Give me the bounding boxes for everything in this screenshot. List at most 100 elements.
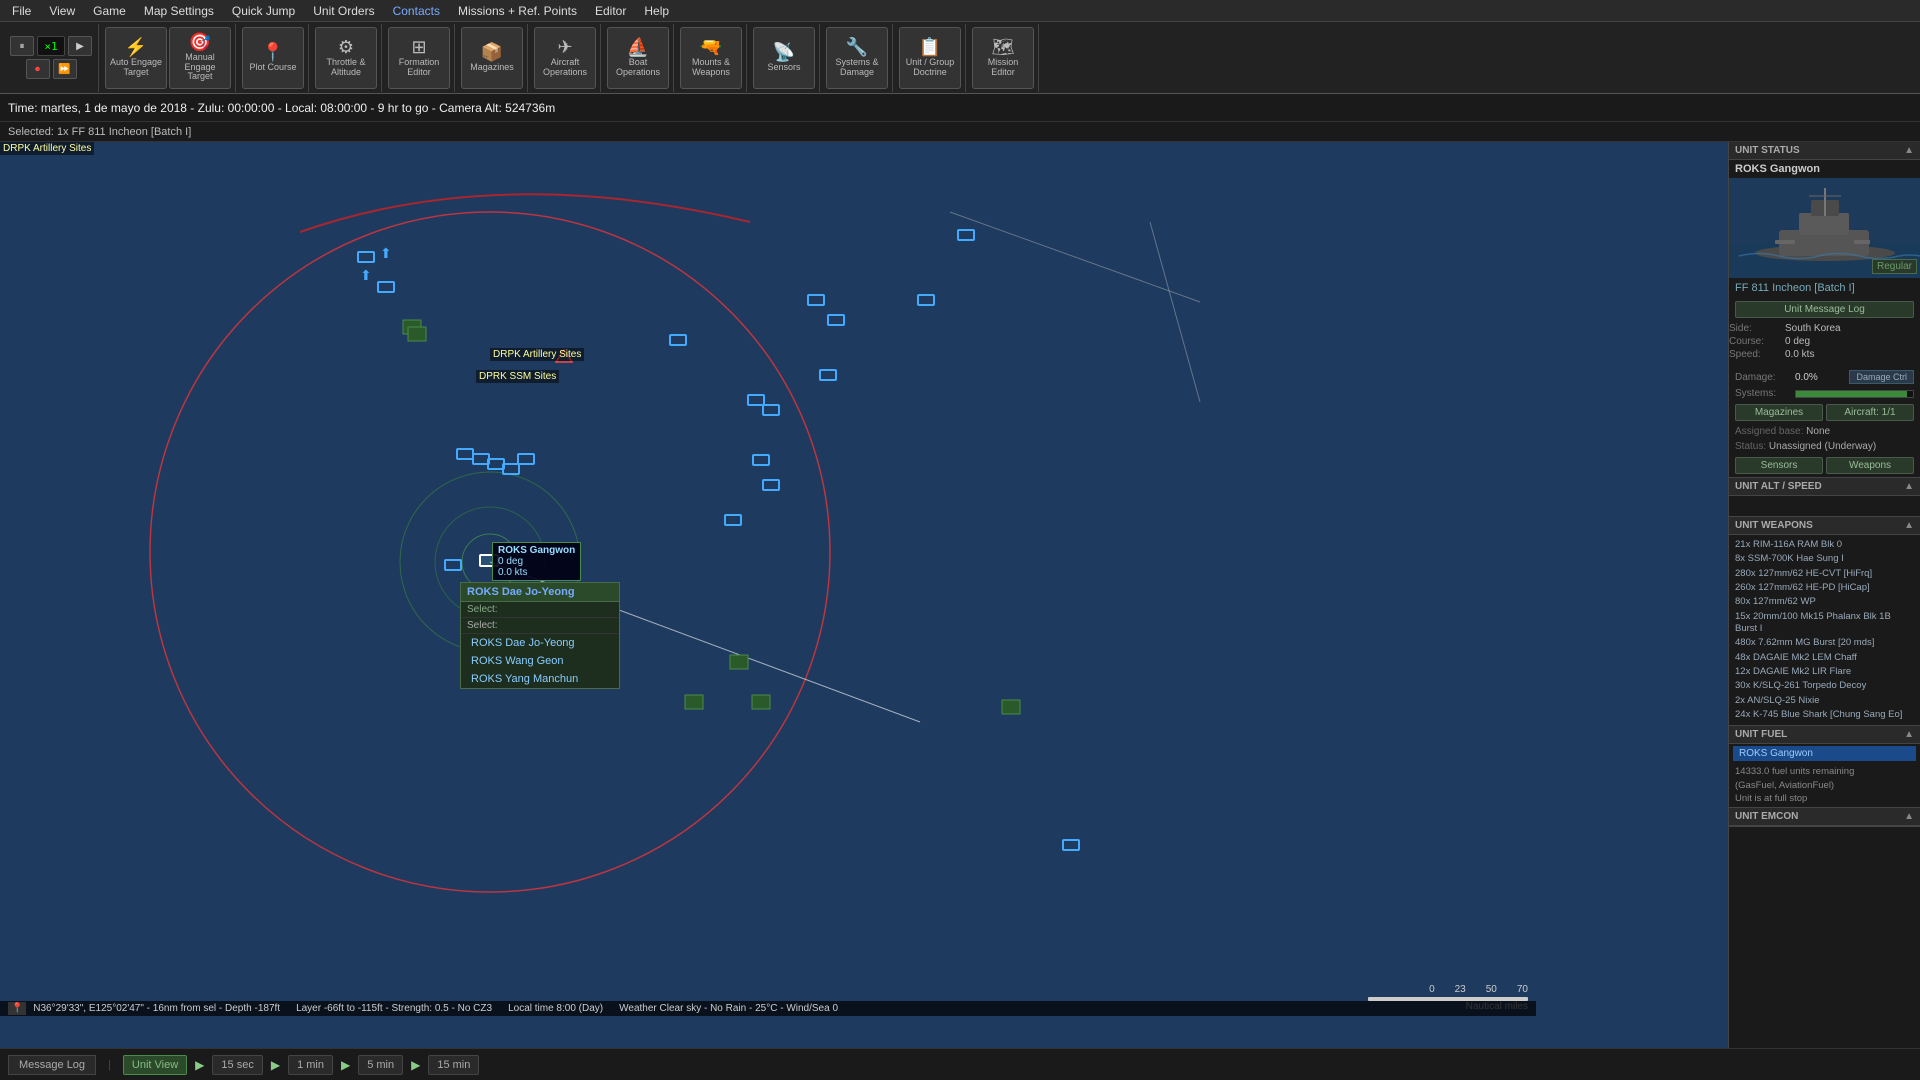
menu-contacts[interactable]: Contacts: [385, 2, 448, 20]
auto-engage-label: Auto Engage Target: [108, 58, 164, 78]
unit-fuel-collapse[interactable]: ▲: [1904, 729, 1914, 740]
unit-status-header: UNIT STATUS ▲: [1729, 142, 1920, 160]
doctrine-button[interactable]: 📋 Unit / Group Doctrine: [899, 27, 961, 89]
ctx-item-0[interactable]: ROKS Dae Jo-Yeong: [461, 634, 619, 652]
weapons-panel-btn[interactable]: Weapons: [1826, 457, 1914, 474]
unit-view-button[interactable]: Unit View: [123, 1055, 187, 1075]
auto-engage-button[interactable]: ⚡ Auto Engage Target: [105, 27, 167, 89]
unit-tooltip: ROKS Gangwon 0 deg 0.0 kts: [492, 542, 581, 581]
formation-button[interactable]: ⊞ Formation Editor: [388, 27, 450, 89]
aircraft-panel-btn[interactable]: Aircraft: 1/1: [1826, 404, 1914, 421]
message-log-button[interactable]: Message Log: [8, 1055, 96, 1075]
assigned-label: Assigned base:: [1735, 426, 1803, 437]
context-menu-sub: Select:: [461, 602, 619, 618]
magazines-button[interactable]: 📦 Magazines: [461, 27, 523, 89]
course-row: Course: 0 deg: [1729, 336, 1920, 347]
side-label: Side:: [1729, 323, 1785, 334]
mounts-button[interactable]: 🔫 Mounts & Weapons: [680, 27, 742, 89]
unit-fuel-title: UNIT FUEL: [1735, 729, 1787, 740]
menu-map-settings[interactable]: Map Settings: [136, 2, 222, 20]
scale-23: 23: [1455, 984, 1466, 995]
mounts-group: 🔫 Mounts & Weapons: [676, 24, 747, 92]
ff-link[interactable]: FF 811 Incheon [Batch I]: [1735, 282, 1914, 294]
unit-status-title: UNIT STATUS: [1735, 145, 1800, 156]
speed-value: 0.0 kts: [1785, 349, 1920, 360]
menu-view[interactable]: View: [41, 2, 83, 20]
unit-weapons-header: UNIT WEAPONS ▲: [1729, 517, 1920, 535]
plot-course-label: Plot Course: [249, 63, 296, 73]
status-row: Status: Unassigned (Underway): [1729, 439, 1920, 454]
record-button[interactable]: ⏺: [26, 59, 50, 79]
damage-value: 0.0%: [1795, 372, 1818, 383]
aircraft-button[interactable]: ✈ Aircraft Operations: [534, 27, 596, 89]
weapon-6: 480x 7.62mm MG Burst [20 mds]: [1735, 636, 1914, 650]
weapon-11: 24x K-745 Blue Shark [Chung Sang Eo]: [1735, 708, 1914, 722]
map-area[interactable]: ⬆ ⬆ DRPK Artillery Sites DRPK Artillery …: [0, 142, 1728, 1048]
aircraft-label: Aircraft Operations: [537, 58, 593, 78]
unit-alt-speed-collapse[interactable]: ▲: [1904, 481, 1914, 492]
play-icon-1min[interactable]: ▶: [271, 1058, 280, 1072]
fuel-unit-name: ROKS Gangwon: [1733, 746, 1916, 761]
menu-file[interactable]: File: [4, 2, 39, 20]
unit-emcon-collapse[interactable]: ▲: [1904, 811, 1914, 822]
sensors-weapons-row: Sensors Weapons: [1729, 454, 1920, 477]
menu-game[interactable]: Game: [85, 2, 134, 20]
ctx-item-1[interactable]: ROKS Wang Geon: [461, 652, 619, 670]
systems-bar: [1795, 390, 1914, 398]
time-step-0[interactable]: 15 sec: [212, 1055, 262, 1075]
play-button[interactable]: ▶: [68, 36, 92, 56]
systems-button[interactable]: 🔧 Systems & Damage: [826, 27, 888, 89]
weather-text: Weather Clear sky - No Rain - 25°C - Win…: [619, 1003, 838, 1014]
unit-weapons-collapse[interactable]: ▲: [1904, 520, 1914, 531]
boat-button[interactable]: ⛵ Boat Operations: [607, 27, 669, 89]
time-step-3[interactable]: 15 min: [428, 1055, 479, 1075]
weapon-10: 2x AN/SLQ-25 Nixie: [1735, 694, 1914, 708]
magazines-group: 📦 Magazines: [457, 24, 528, 92]
time-step-2[interactable]: 5 min: [358, 1055, 403, 1075]
scale-70: 70: [1517, 984, 1528, 995]
pause-button[interactable]: ⏸: [10, 36, 34, 56]
sensors-icon: 📡: [773, 43, 795, 61]
systems-row: Systems:: [1729, 386, 1920, 401]
layer-text: Layer -66ft to -115ft - Strength: 0.5 - …: [296, 1003, 492, 1014]
menu-quick-jump[interactable]: Quick Jump: [224, 2, 303, 20]
plot-course-icon: 📍: [262, 43, 284, 61]
unit-alt-speed-title: UNIT ALT / SPEED: [1735, 481, 1822, 492]
mission-button[interactable]: 🗺 Mission Editor: [972, 27, 1034, 89]
play-icon-5min[interactable]: ▶: [341, 1058, 350, 1072]
side-row: Side: South Korea: [1729, 323, 1920, 334]
unit-name-display: ROKS Gangwon: [1729, 160, 1920, 178]
play-icon-15min[interactable]: ▶: [411, 1058, 420, 1072]
sensors-button[interactable]: 📡 Sensors: [753, 27, 815, 89]
fuel-remaining: 14333.0 fuel units remaining: [1735, 765, 1914, 778]
manual-engage-icon: 🎯: [189, 33, 211, 51]
throttle-label: Throttle & Altitude: [318, 58, 374, 78]
selected-label: Selected:: [8, 126, 54, 138]
drpk-artillery-label: DRPK Artillery Sites: [0, 142, 94, 155]
fuel-type: (GasFuel, AviationFuel): [1735, 779, 1914, 792]
menu-missions[interactable]: Missions + Ref. Points: [450, 2, 585, 20]
ctx-item-2[interactable]: ROKS Yang Manchun: [461, 670, 619, 688]
damage-ctrl-button[interactable]: Damage Ctrl: [1849, 370, 1914, 384]
unit-status-collapse[interactable]: ▲: [1904, 145, 1914, 156]
mounts-icon: 🔫: [700, 38, 722, 56]
scale-0: 0: [1429, 984, 1435, 995]
magazines-panel-btn[interactable]: Magazines: [1735, 404, 1823, 421]
weapon-9: 30x K/SLQ-261 Torpedo Decoy: [1735, 679, 1914, 693]
time-step-1[interactable]: 1 min: [288, 1055, 333, 1075]
magazines-label: Magazines: [470, 63, 514, 73]
throttle-button[interactable]: ⚙ Throttle & Altitude: [315, 27, 377, 89]
weapon-5: 15x 20mm/100 Mk15 Phalanx Blk 1B Burst I: [1735, 610, 1914, 637]
unit-message-log-btn[interactable]: Unit Message Log: [1735, 301, 1914, 318]
manual-engage-button[interactable]: 🎯 Manual Engage Target: [169, 27, 231, 89]
menu-editor[interactable]: Editor: [587, 2, 634, 20]
menu-help[interactable]: Help: [636, 2, 677, 20]
sensors-panel-btn[interactable]: Sensors: [1735, 457, 1823, 474]
throttle-icon: ⚙: [338, 38, 354, 56]
fast-forward-button[interactable]: ⏩: [53, 59, 77, 79]
weapon-3: 260x 127mm/62 HE-PD [HiCap]: [1735, 581, 1914, 595]
weapons-list: 21x RIM-116A RAM Blk 0 8x SSM-700K Hae S…: [1729, 535, 1920, 725]
plot-course-button[interactable]: 📍 Plot Course: [242, 27, 304, 89]
menu-unit-orders[interactable]: Unit Orders: [305, 2, 382, 20]
play-icon-bottom[interactable]: ▶: [195, 1058, 204, 1072]
